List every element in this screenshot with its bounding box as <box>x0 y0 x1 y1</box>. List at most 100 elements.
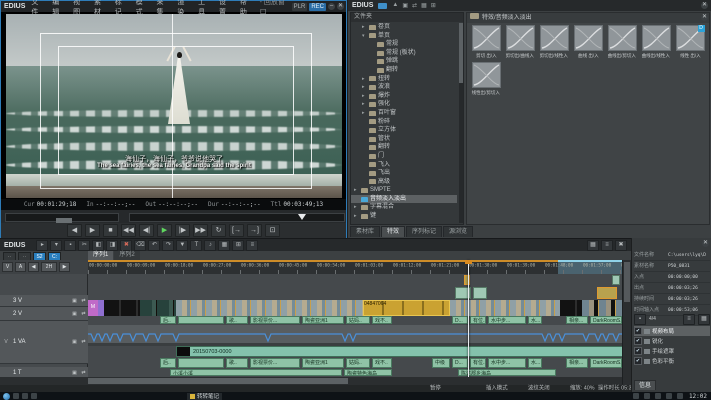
clip[interactable]: 相亲... <box>566 316 588 324</box>
close-icon[interactable]: ✕ <box>702 240 709 247</box>
tray-icon[interactable] <box>677 393 683 399</box>
clip[interactable]: 影视票价... <box>250 316 300 324</box>
tree-item[interactable]: 常规 <box>351 40 457 49</box>
toolbar-icon[interactable]: ✂ <box>78 240 90 251</box>
video-mute-button[interactable]: V <box>2 262 13 272</box>
scrollbar-thumb[interactable] <box>624 262 630 302</box>
track-panel-icon[interactable]: ▣ <box>70 370 79 376</box>
scrollbar-thumb[interactable] <box>88 378 348 384</box>
palette-tab-active[interactable]: 特效 <box>381 226 405 237</box>
plr-mode-button[interactable]: PLR <box>292 3 308 11</box>
start-button[interactable] <box>3 393 10 400</box>
palette-toolbar-icon[interactable]: ⊞ <box>431 2 436 9</box>
clip[interactable] <box>176 300 363 316</box>
toolbar-icon[interactable]: ▦ <box>218 240 230 251</box>
applied-filter-row[interactable]: ✔视频布局 <box>634 326 710 336</box>
expand-arrow-icon[interactable]: ▸ <box>362 83 367 92</box>
clip[interactable] <box>104 300 140 316</box>
clip[interactable]: 水... <box>528 316 542 324</box>
tray-icon[interactable] <box>644 393 650 399</box>
tray-icon[interactable] <box>666 393 672 399</box>
sync-lock-icon[interactable]: ⇄ <box>79 311 88 317</box>
clip[interactable] <box>178 358 224 368</box>
goto-in-button[interactable]: [→ <box>229 224 244 237</box>
tree-item[interactable]: 翻转 <box>351 66 457 75</box>
sequence-tab[interactable]: 序列2 <box>114 251 139 260</box>
applied-filter-row[interactable]: ✔色彩平衡 <box>634 356 710 366</box>
clip[interactable]: 后.. <box>160 316 176 324</box>
list-view-icon[interactable]: ≡ <box>683 314 695 325</box>
goto-out-button[interactable]: →] <box>247 224 262 237</box>
tree-item[interactable]: 弹跳 <box>351 57 457 66</box>
palette-toolbar-icon[interactable]: ⇄ <box>412 2 417 9</box>
clip[interactable] <box>178 316 224 324</box>
mark-in-button[interactable]: ◀ <box>67 224 82 237</box>
applied-filter-row[interactable]: ✔手绘遮罩 <box>634 346 710 356</box>
clip[interactable]: 姑妈.. <box>346 316 370 324</box>
tree-item[interactable]: ▸百叶窗 <box>351 109 457 118</box>
window-control-icon[interactable]: ▦ <box>587 240 599 251</box>
toolbar-icon[interactable]: ≡ <box>246 240 258 251</box>
clip[interactable]: 影视票价... <box>250 358 300 368</box>
toolbar-icon[interactable]: ▪ <box>64 240 76 251</box>
track-content-2v[interactable] <box>88 286 622 301</box>
clip[interactable]: M <box>88 300 98 316</box>
rewind-button[interactable]: ◀◀ <box>121 224 136 237</box>
expand-arrow-icon[interactable]: ▸ <box>362 92 367 101</box>
timeline-playhead[interactable] <box>468 260 469 385</box>
close-icon[interactable]: ✕ <box>701 2 708 9</box>
toolbar-icon[interactable]: ♪ <box>204 240 216 251</box>
window-control-icon[interactable]: ≡ <box>601 240 613 251</box>
effect-item[interactable]: 曲线出/剪切入 <box>605 25 639 59</box>
tree-item[interactable]: 高级 <box>351 178 457 187</box>
clip[interactable]: 后.. <box>160 358 176 368</box>
stop-button[interactable]: ■ <box>103 224 118 237</box>
toolbar-icon[interactable]: ◨ <box>106 240 118 251</box>
toolbar-icon[interactable]: ✖ <box>120 240 132 251</box>
clip[interactable] <box>560 300 582 316</box>
close-icon[interactable]: ✕ <box>337 3 344 10</box>
clip[interactable]: 水中步... <box>488 316 526 324</box>
expand-arrow-icon[interactable]: ▸ <box>362 23 367 32</box>
clip[interactable] <box>464 275 470 285</box>
clip[interactable]: 小溪小溪 <box>170 369 342 376</box>
expand-arrow-icon[interactable]: ▾ <box>362 32 367 41</box>
horizontal-scrollbar[interactable] <box>0 377 622 385</box>
toolbar-icon[interactable]: ◧ <box>92 240 104 251</box>
fast-forward-button[interactable]: ▶▶ <box>193 224 208 237</box>
track-header-3v[interactable]: 3 V▣⇄ <box>0 295 88 307</box>
toolbar-icon[interactable]: T <box>190 240 202 251</box>
effect-item[interactable]: 曲线 出/入 <box>571 25 605 59</box>
taskbar-app-icon[interactable] <box>22 393 28 399</box>
effect-item[interactable]: 曲线出/线性入 <box>639 25 673 59</box>
clip[interactable]: 姑妈.. <box>346 358 370 368</box>
clip[interactable] <box>597 287 617 299</box>
window-control-icon[interactable]: ✖ <box>615 240 627 251</box>
clip[interactable] <box>612 275 620 285</box>
audio-mute-button[interactable]: A <box>15 262 26 272</box>
tree-item[interactable]: 门 <box>351 152 457 161</box>
expand-arrow-icon[interactable]: ▸ <box>354 203 359 212</box>
sync-lock-icon[interactable]: ⇄ <box>79 339 88 345</box>
effect-item[interactable]: D线性 出/入 <box>673 25 707 59</box>
clip[interactable] <box>140 300 176 316</box>
track-panel-icon[interactable]: ▣ <box>70 339 79 345</box>
position-playhead[interactable] <box>298 214 306 220</box>
clip[interactable]: 陶瓷特色海岛 <box>344 369 392 376</box>
minimize-icon[interactable]: – <box>328 3 335 10</box>
track-content-1va-video[interactable]: M04847064 <box>88 300 622 317</box>
loop-button[interactable]: ↻ <box>211 224 226 237</box>
tree-scrollbar[interactable] <box>459 23 463 223</box>
clip[interactable]: 水中步... <box>488 358 526 368</box>
scrollbar-thumb[interactable] <box>459 23 463 83</box>
clip[interactable]: D... <box>452 316 468 324</box>
track-route-label[interactable]: V <box>0 339 12 345</box>
toolbar-icon[interactable]: ⌫ <box>134 240 146 251</box>
track-content-1va-waveform[interactable] <box>88 325 622 344</box>
timeline-ruler[interactable]: 00:00:00;0000:00:09;0000:00:18;0000:00:2… <box>88 260 622 275</box>
effect-item[interactable]: 线性出/剪切入 <box>469 62 503 96</box>
clip[interactable]: DarkRoomS... <box>590 316 622 324</box>
tree-item[interactable]: ▸卷页 <box>351 23 457 32</box>
expand-arrow-icon[interactable]: ▸ <box>362 100 367 109</box>
palette-tab-item[interactable]: 序列标记 <box>406 226 442 237</box>
